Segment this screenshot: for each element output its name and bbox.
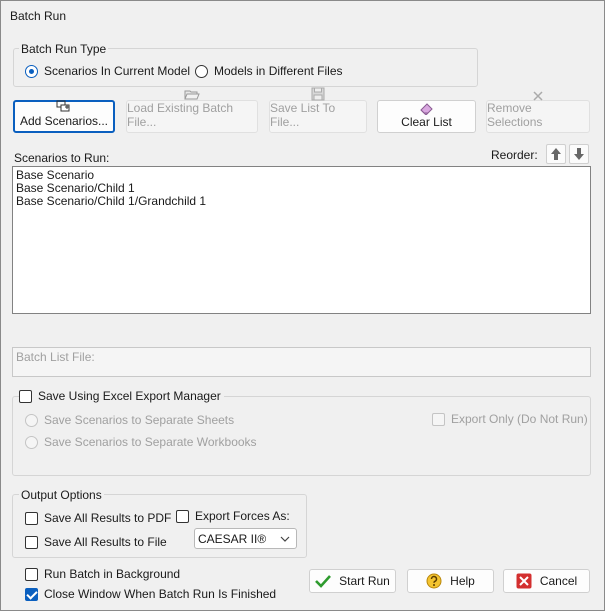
export-forces-checkbox[interactable]: Export Forces As: (176, 509, 290, 523)
radio-dot (25, 413, 38, 427)
save-pdf-checkbox[interactable]: Save All Results to PDF (25, 511, 171, 525)
output-options-label: Output Options (19, 488, 104, 502)
checkbox-box (19, 389, 32, 403)
remove-selections-button[interactable]: Remove Selections (486, 91, 590, 133)
save-list-button[interactable]: Save List To File... (269, 87, 367, 133)
checkbox-box (432, 412, 445, 426)
clear-list-button[interactable]: Clear List (377, 100, 476, 133)
export-format-select[interactable]: CAESAR II® (194, 528, 297, 549)
clear-list-label: Clear List (401, 115, 452, 129)
radio-dot (25, 435, 38, 449)
add-scenarios-label: Add Scenarios... (19, 114, 109, 128)
reorder-label: Reorder: (491, 148, 538, 162)
help-icon (426, 573, 442, 589)
checkbox-box (25, 567, 38, 581)
radio-label: Save Scenarios to Separate Workbooks (44, 435, 257, 449)
radio-dot (195, 64, 208, 78)
move-up-button[interactable] (546, 144, 566, 164)
run-background-checkbox[interactable]: Run Batch in Background (25, 567, 180, 581)
scenarios-list[interactable]: Base Scenario Base Scenario/Child 1 Base… (12, 166, 591, 314)
batch-list-file-field[interactable]: Batch List File: (12, 347, 591, 377)
export-format-value: CAESAR II® (198, 531, 267, 546)
batch-list-file-label: Batch List File: (16, 350, 95, 364)
folder-open-icon (184, 88, 200, 101)
run-background-label: Run Batch in Background (44, 567, 181, 581)
x-icon (533, 91, 543, 101)
add-scenarios-icon (56, 100, 72, 114)
radio-dot (25, 64, 38, 78)
checkbox-box (25, 587, 38, 601)
add-scenarios-button[interactable]: Add Scenarios... (13, 100, 115, 133)
save-list-label: Save List To File... (270, 101, 336, 129)
load-batch-file-label: Load Existing Batch File... (127, 101, 234, 129)
radio-label: Scenarios In Current Model (44, 64, 191, 78)
radio-separate-workbooks[interactable]: Save Scenarios to Separate Workbooks (25, 435, 257, 449)
checkmark-icon (315, 575, 332, 588)
help-label: Help (450, 574, 475, 588)
export-only-label: Export Only (Do Not Run) (451, 412, 588, 426)
start-run-label: Start Run (339, 574, 390, 588)
save-pdf-label: Save All Results to PDF (44, 511, 172, 525)
excel-export-label: Save Using Excel Export Manager (38, 389, 221, 403)
move-down-button[interactable] (569, 144, 589, 164)
window-title: Batch Run (10, 9, 67, 23)
save-disk-icon (311, 87, 325, 101)
cancel-icon (516, 573, 532, 589)
close-window-checkbox[interactable]: Close Window When Batch Run Is Finished (25, 587, 276, 601)
save-file-label: Save All Results to File (44, 535, 167, 549)
excel-export-checkbox[interactable]: Save Using Excel Export Manager (19, 389, 224, 403)
radio-scenarios-current-model[interactable]: Scenarios In Current Model (25, 64, 190, 78)
arrow-down-icon (574, 148, 584, 160)
list-item[interactable]: Base Scenario/Child 1/Grandchild 1 (13, 195, 590, 208)
start-run-button[interactable]: Start Run (309, 569, 396, 593)
chevron-down-icon (280, 536, 290, 542)
radio-label: Save Scenarios to Separate Sheets (44, 413, 235, 427)
radio-label: Models in Different Files (214, 64, 343, 78)
radio-models-different-files[interactable]: Models in Different Files (195, 64, 343, 78)
checkbox-box (25, 511, 38, 525)
scenarios-label: Scenarios to Run: (14, 151, 110, 165)
cancel-label: Cancel (539, 574, 578, 588)
radio-separate-sheets[interactable]: Save Scenarios to Separate Sheets (25, 413, 234, 427)
checkbox-box (25, 535, 38, 549)
load-batch-file-button[interactable]: Load Existing Batch File... (126, 90, 258, 133)
cancel-button[interactable]: Cancel (503, 569, 590, 593)
save-file-checkbox[interactable]: Save All Results to File (25, 535, 167, 549)
checkbox-box (176, 509, 189, 523)
close-window-label: Close Window When Batch Run Is Finished (44, 587, 277, 601)
export-only-checkbox[interactable]: Export Only (Do Not Run) (432, 412, 588, 426)
eraser-icon (419, 101, 435, 115)
export-forces-label: Export Forces As: (195, 509, 290, 523)
arrow-up-icon (551, 148, 561, 160)
remove-selections-label: Remove Selections (487, 101, 543, 129)
batch-run-type-label: Batch Run Type (19, 42, 109, 56)
help-button[interactable]: Help (407, 569, 494, 593)
